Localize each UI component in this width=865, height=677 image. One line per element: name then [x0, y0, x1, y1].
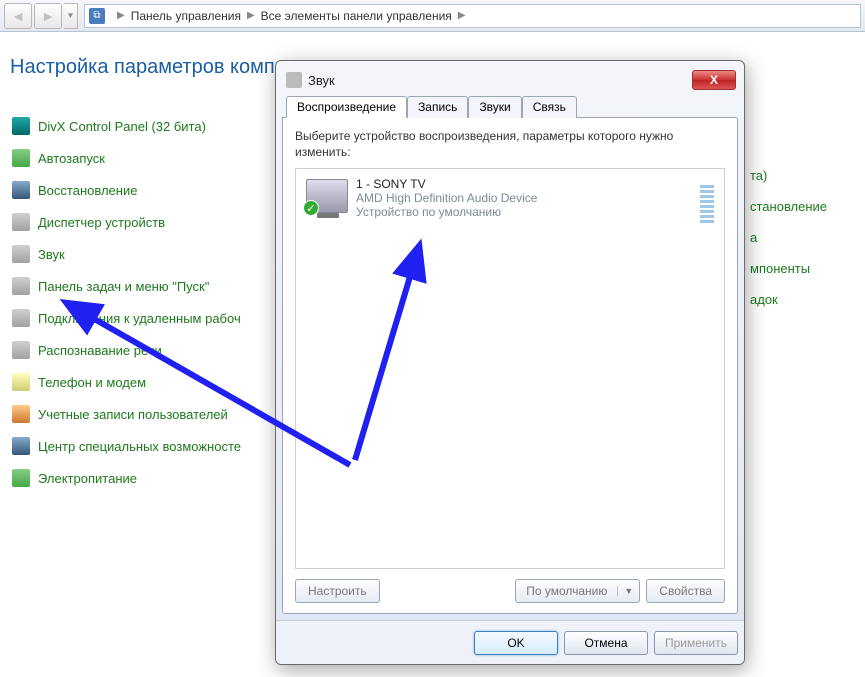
back-button[interactable]: ◄ [4, 3, 32, 29]
control-panel-list-right: та) становление а мпоненты адок [750, 168, 827, 314]
cp-item-link-partial[interactable]: а [750, 230, 757, 245]
cp-item-link[interactable]: Подключения к удаленным рабоч [38, 311, 241, 326]
tab-communications[interactable]: Связь [522, 96, 577, 118]
cp-item-link[interactable]: Восстановление [38, 183, 137, 198]
arrow-right-icon: ► [41, 8, 55, 24]
cp-item-link[interactable]: Диспетчер устройств [38, 215, 165, 230]
close-button[interactable]: X [692, 70, 736, 90]
instruction-text: Выберите устройство воспроизведения, пар… [295, 128, 725, 160]
cp-item-link-partial[interactable]: мпоненты [750, 261, 810, 276]
navigation-bar: ◄ ► ▼ ⧉ ▶ Панель управления ▶ Все элемен… [0, 0, 865, 32]
speaker-icon [286, 72, 302, 88]
cp-item-icon [10, 308, 32, 328]
cp-item-link-partial[interactable]: становление [750, 199, 827, 214]
close-icon: X [710, 73, 718, 87]
cp-item-icon [10, 180, 32, 200]
breadcrumb-item[interactable]: Все элементы панели управления [261, 9, 452, 23]
breadcrumb-sep: ▶ [247, 10, 255, 21]
playback-device-item[interactable]: ✓ 1 - SONY TV AMD High Definition Audio … [302, 175, 718, 221]
cp-item-icon [10, 148, 32, 168]
control-panel-icon: ⧉ [89, 8, 105, 24]
cp-item-link-partial[interactable]: адок [750, 292, 778, 307]
default-check-icon: ✓ [303, 200, 319, 216]
cp-item-link[interactable]: Панель задач и меню "Пуск" [38, 279, 209, 294]
cp-item-link[interactable]: Учетные записи пользователей [38, 407, 228, 422]
monitor-icon: ✓ [306, 179, 348, 213]
device-name: 1 - SONY TV [356, 177, 537, 191]
forward-button[interactable]: ► [34, 3, 62, 29]
breadcrumb-sep: ▶ [117, 10, 125, 21]
properties-button[interactable]: Свойства [646, 579, 725, 603]
set-default-button[interactable]: По умолчанию ▼ [515, 579, 640, 603]
cp-item-icon [10, 468, 32, 488]
breadcrumb-sep: ▶ [458, 10, 466, 21]
breadcrumb-item[interactable]: Панель управления [131, 9, 241, 23]
cp-item-link[interactable]: Автозапуск [38, 151, 105, 166]
device-driver: AMD High Definition Audio Device [356, 191, 537, 205]
dialog-titlebar[interactable]: Звук X [282, 67, 738, 93]
device-buttons-row: Настроить По умолчанию ▼ Свойства [295, 579, 725, 603]
nav-history-dropdown[interactable]: ▼ [64, 3, 78, 29]
set-default-label: По умолчанию [516, 584, 617, 598]
cp-item-link[interactable]: Распознавание речи [38, 343, 162, 358]
tab-sounds[interactable]: Звуки [468, 96, 521, 118]
cp-item-icon [10, 340, 32, 360]
level-meter-icon [700, 179, 714, 223]
tab-record[interactable]: Запись [407, 96, 468, 118]
apply-button[interactable]: Применить [654, 631, 738, 655]
cp-item-icon [10, 404, 32, 424]
tab-playback-body: Выберите устройство воспроизведения, пар… [282, 117, 738, 614]
cancel-button[interactable]: Отмена [564, 631, 648, 655]
chevron-down-icon[interactable]: ▼ [617, 586, 639, 596]
dialog-tabs: ВоспроизведениеЗаписьЗвукиСвязь [282, 95, 738, 117]
cp-item-icon [10, 244, 32, 264]
cp-item-icon [10, 116, 32, 136]
cp-item-icon [10, 372, 32, 392]
dialog-title: Звук [308, 73, 692, 88]
tab-playback[interactable]: Воспроизведение [286, 96, 407, 118]
playback-device-list[interactable]: ✓ 1 - SONY TV AMD High Definition Audio … [295, 168, 725, 569]
arrow-left-icon: ◄ [11, 8, 25, 24]
cp-item-icon [10, 436, 32, 456]
device-text: 1 - SONY TV AMD High Definition Audio De… [356, 177, 537, 219]
dialog-bottom-buttons: OK Отмена Применить [276, 620, 744, 664]
cp-item-icon [10, 276, 32, 296]
configure-button[interactable]: Настроить [295, 579, 380, 603]
address-bar[interactable]: ⧉ ▶ Панель управления ▶ Все элементы пан… [84, 4, 861, 28]
cp-item-link-partial[interactable]: та) [750, 168, 767, 183]
device-status: Устройство по умолчанию [356, 205, 537, 219]
ok-button[interactable]: OK [474, 631, 558, 655]
sound-dialog: Звук X ВоспроизведениеЗаписьЗвукиСвязь В… [275, 60, 745, 665]
cp-item-link[interactable]: Звук [38, 247, 65, 262]
cp-item-link[interactable]: Телефон и модем [38, 375, 146, 390]
cp-item-link[interactable]: Центр специальных возможносте [38, 439, 241, 454]
cp-item-link[interactable]: Электропитание [38, 471, 137, 486]
cp-item-icon [10, 212, 32, 232]
cp-item-link[interactable]: DivX Control Panel (32 бита) [38, 119, 206, 134]
